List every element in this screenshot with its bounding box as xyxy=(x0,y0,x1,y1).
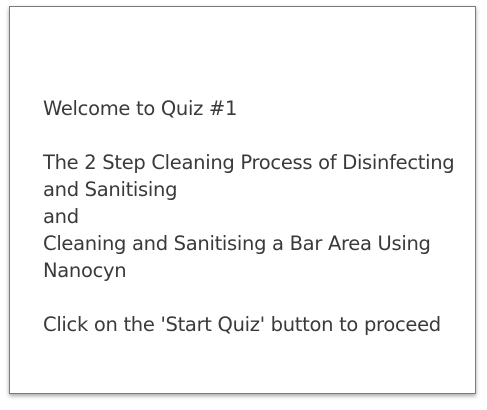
quiz-intro-text: Welcome to Quiz #1 The 2 Step Cleaning P… xyxy=(43,95,463,338)
start-quiz-instruction: Click on the 'Start Quiz' button to proc… xyxy=(43,313,441,336)
topic-title-line-1: The 2 Step Cleaning Process of Disinfect… xyxy=(43,151,455,174)
topic-title-line-2: and Sanitising xyxy=(43,178,178,201)
quiz-intro-card: Welcome to Quiz #1 The 2 Step Cleaning P… xyxy=(9,6,476,394)
topic2-title-line-1: Cleaning and Sanitising a Bar Area Using xyxy=(43,232,431,255)
topic2-title-line-2: Nanocyn xyxy=(43,259,127,282)
topic-connector: and xyxy=(43,205,79,228)
welcome-heading: Welcome to Quiz #1 xyxy=(43,97,238,120)
